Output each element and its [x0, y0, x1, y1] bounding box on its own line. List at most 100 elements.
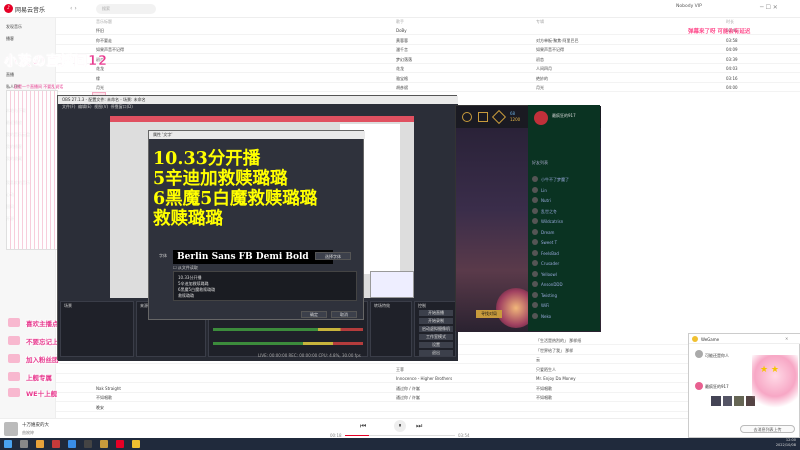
friend-item[interactable]: 乱世之冬: [532, 207, 596, 216]
friend-name: Sweet T: [541, 240, 558, 245]
obs-menu-edit[interactable]: 编辑(E): [78, 104, 92, 109]
studio-mode-button[interactable]: 工作室模式: [419, 334, 453, 340]
friend-avatar: [532, 176, 538, 182]
friend-item[interactable]: Twisting: [532, 291, 596, 300]
ok-button[interactable]: 确定: [301, 311, 327, 318]
col-title[interactable]: 音乐标题: [96, 19, 112, 25]
col-artist[interactable]: 歌手: [396, 19, 404, 25]
chat-user1-avatar[interactable]: [695, 350, 703, 358]
dialog-titlebar[interactable]: 属性 '文字': [149, 131, 365, 139]
wegame-taskbar-icon[interactable]: [132, 440, 140, 448]
obs-scenes-dock[interactable]: 场景: [60, 301, 134, 357]
chat-reply-button[interactable]: 去消息列表上传: [740, 425, 795, 433]
player-name[interactable]: 最疯狂的917: [552, 113, 576, 119]
friend-item[interactable]: Neko: [532, 312, 596, 321]
chat-user2-avatar[interactable]: [695, 382, 703, 390]
collection-icon[interactable]: [478, 112, 488, 122]
friend-item[interactable]: 小牛不了梦魔了: [532, 175, 596, 184]
sidebar-item-discover[interactable]: 发现音乐: [6, 24, 22, 30]
settings-button[interactable]: 设置: [419, 342, 453, 348]
cancel-button[interactable]: 取消: [331, 311, 357, 318]
obs-menu-view[interactable]: 视图(V): [94, 104, 108, 109]
exit-button[interactable]: 退出: [419, 350, 453, 356]
table-row[interactable]: 初恋 梦幻落落 初恋 03:39: [56, 55, 800, 64]
header-user[interactable]: Nobody VIP: [676, 4, 702, 9]
search-icon[interactable]: [20, 440, 28, 448]
file-explorer-icon[interactable]: [36, 440, 44, 448]
chat-user1-name[interactable]: 可能还是你人: [705, 353, 729, 359]
cell-album: 云: [536, 357, 540, 362]
chat-thumb[interactable]: [711, 396, 721, 406]
sidebar-item-podcast[interactable]: 播客: [6, 36, 14, 42]
obs-menu-docks[interactable]: 停靠窗口(D): [111, 104, 133, 109]
chat-thumb[interactable]: [722, 396, 732, 406]
friend-item[interactable]: Wildcatrisn: [532, 217, 596, 226]
friend-item[interactable]: Sweet T: [532, 238, 596, 247]
browser-icon[interactable]: [68, 440, 76, 448]
friend-item[interactable]: Dream: [532, 228, 596, 237]
sidebar-item-live[interactable]: 直播: [6, 72, 14, 78]
friend-item[interactable]: AnsonDDD: [532, 280, 596, 289]
table-row[interactable]: 花龙 花龙 人间四月 04:03: [56, 64, 800, 73]
friend-item[interactable]: Lin: [532, 186, 596, 195]
chat-close-icon[interactable]: ✕: [785, 336, 788, 341]
back-icon[interactable]: ‹: [70, 5, 72, 12]
friends-header[interactable]: 好友列表: [532, 160, 548, 165]
read-from-file-checkbox[interactable]: ☐ 从文件读取: [173, 265, 198, 270]
preview-line-3: 6黑魔5白魔救赎璐璐: [153, 189, 318, 209]
col-duration[interactable]: 时长: [726, 19, 734, 25]
table-row[interactable]: 你不要走 黄蓉蓉 对方单板·聚焦·阿里巴巴 03:58: [56, 36, 800, 45]
table-row[interactable]: 月光 胡彦斌 月光 04:00: [56, 83, 800, 92]
app-icon[interactable]: [52, 440, 60, 448]
friend-item[interactable]: FeelsBad: [532, 249, 596, 258]
chat-user2-name[interactable]: 最疯狂的917: [705, 384, 729, 390]
taskbar-clock[interactable]: 12:00 2022/10/08: [760, 438, 796, 448]
obs-titlebar[interactable]: OBS 27.1.3 - 配置文件: 未命名 - 场景: 未命名: [58, 96, 458, 104]
friends-panel: 最疯狂的917 好友列表 小牛不了梦魔了 Lin Nutri 乱世之冬 Wildcatr…: [528, 105, 600, 331]
home-icon[interactable]: [462, 112, 472, 122]
music-taskbar-icon[interactable]: [116, 440, 124, 448]
start-recording-button[interactable]: 开始录制: [419, 318, 453, 324]
obs-menu-file[interactable]: 文件(F): [62, 104, 75, 109]
start-icon[interactable]: [4, 440, 12, 448]
loot-icon[interactable]: [491, 109, 507, 125]
obs-transitions-dock[interactable]: 转场特效: [370, 301, 412, 357]
player-avatar[interactable]: [534, 111, 548, 125]
find-match-button[interactable]: 寻找对局: [476, 310, 502, 318]
music-app-titlebar: ♪ 网易云音乐 ‹ › 搜索 Nobody VIP ─ ☐ ✕: [0, 0, 800, 18]
pause-icon[interactable]: ⏸: [394, 420, 406, 432]
start-streaming-button[interactable]: 开始直播: [419, 310, 453, 316]
chat-thumb[interactable]: [734, 396, 744, 406]
friend-name: Crusader: [541, 261, 560, 266]
friend-item[interactable]: Crusader: [532, 259, 596, 268]
friend-item[interactable]: Nutri: [532, 196, 596, 205]
friend-name: Yelloowl: [541, 271, 557, 277]
select-font-button[interactable]: 选择字体: [315, 252, 351, 260]
cell-album: 对方单板·聚焦·阿里巴巴: [536, 37, 579, 43]
forward-icon[interactable]: ›: [74, 5, 76, 12]
friend-item[interactable]: WiFi: [532, 301, 596, 310]
cell-artist: 骆宝格: [396, 75, 408, 81]
search-input[interactable]: 搜索: [96, 4, 156, 14]
window-controls[interactable]: ─ ☐ ✕: [760, 4, 778, 11]
now-playing-title[interactable]: 十万嬉皮的大: [22, 422, 49, 428]
friend-avatar: [532, 312, 538, 319]
top-right-overlay-text: 弹幕来了呀 可能会有延迟: [688, 29, 751, 35]
obs-taskbar-icon[interactable]: [84, 440, 92, 448]
nav-buttons[interactable]: ‹ ›: [70, 5, 77, 12]
prev-icon[interactable]: ⏮: [360, 422, 366, 431]
col-album[interactable]: 专辑: [536, 19, 544, 25]
friend-item[interactable]: Yelloowl: [532, 270, 596, 279]
virtual-camera-button[interactable]: 启动虚拟摄像机: [419, 326, 453, 332]
now-playing-artist[interactable]: 曲婉婷: [22, 430, 34, 436]
game-taskbar-icon[interactable]: [100, 440, 108, 448]
next-icon[interactable]: ⏭: [416, 422, 422, 431]
text-input-area[interactable]: 10.33分开播 5辛迪加救赎璐璐 6黑魔5白魔救赎璐璐 救赎璐璐: [173, 271, 357, 301]
table-row[interactable]: 如果声音不记得 潘千言 如果声音不记得 04:09: [56, 45, 800, 54]
cell-title: 不如唱歌: [96, 395, 112, 400]
stream-subtitle-overlay: 这是一个直播间 不要乱说话: [14, 84, 64, 89]
progress-track[interactable]: [345, 435, 455, 436]
cell-album: 只爱陌生人: [536, 366, 556, 372]
table-row[interactable]: 缘 骆宝格 绝妙的 03:16: [56, 74, 800, 83]
album-cover[interactable]: [4, 422, 18, 436]
